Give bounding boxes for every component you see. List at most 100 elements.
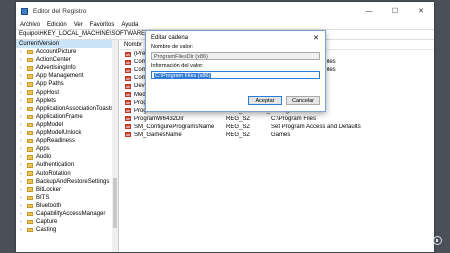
tree-item[interactable]: › BitLocker	[16, 186, 118, 194]
expand-chevron-icon[interactable]: ›	[20, 153, 25, 161]
tree-scroll-thumb[interactable]	[113, 178, 117, 228]
registry-app-icon	[21, 7, 28, 15]
folder-icon	[27, 49, 33, 55]
expand-chevron-icon[interactable]: ›	[20, 161, 25, 169]
expand-chevron-icon[interactable]: ›	[20, 137, 25, 145]
value-type: REG_SZ	[226, 115, 251, 122]
expand-chevron-icon[interactable]: ›	[20, 226, 25, 234]
expand-chevron-icon[interactable]: ›	[20, 170, 25, 178]
maximize-button[interactable]: ☐	[382, 2, 408, 20]
string-value-icon: ab	[125, 116, 131, 122]
expand-chevron-icon[interactable]: ›	[20, 194, 25, 202]
string-value-icon: ab	[125, 124, 131, 130]
minimize-button[interactable]: —	[356, 2, 382, 20]
folder-icon	[27, 138, 33, 144]
menu-bar: Archivo Edición Ver Favoritos Ayuda	[16, 20, 434, 29]
tree-item-label: Audio	[36, 154, 52, 161]
tree-item[interactable]: › BackupAndRestoreSettings	[16, 178, 118, 186]
tree-item[interactable]: › App Management	[16, 72, 118, 80]
expand-chevron-icon[interactable]: ›	[20, 210, 25, 218]
expand-chevron-icon[interactable]: ›	[20, 80, 25, 88]
tree-item-label: Bluetooth	[36, 202, 62, 209]
tree-item-label: AppHost	[36, 89, 60, 96]
expand-chevron-icon[interactable]: ›	[20, 105, 25, 113]
dialog-close-button[interactable]: ✕	[307, 34, 325, 42]
tree-item-label: Authentication	[36, 162, 75, 169]
folder-icon	[27, 155, 33, 160]
menu-edicion[interactable]: Edición	[47, 22, 67, 28]
folder-icon	[27, 227, 33, 233]
folder-icon	[27, 106, 33, 112]
menu-favoritos[interactable]: Favoritos	[90, 22, 115, 28]
tree-item-label: ApplicationFrame	[36, 113, 83, 120]
expand-chevron-icon[interactable]: ›	[20, 178, 25, 186]
value-data-input[interactable]: C:\Program Files (x86)	[151, 71, 320, 79]
folder-icon	[27, 163, 33, 168]
dialog-title-bar: Editar cadena ✕	[146, 31, 325, 44]
tree-item[interactable]: › Capture	[16, 218, 118, 226]
menu-ayuda[interactable]: Ayuda	[121, 22, 138, 28]
tree-item-label: AutoRotation	[36, 170, 71, 177]
key-tree[interactable]: CurrentVersion › AccountPicture › ActionCen…	[16, 40, 119, 252]
folder-icon	[27, 90, 33, 95]
string-value-icon: ab	[125, 132, 131, 138]
tree-item[interactable]: › AccountPicture	[16, 48, 118, 56]
expand-chevron-icon[interactable]: ›	[20, 218, 25, 226]
tree-item[interactable]: › Casting	[16, 226, 118, 234]
folder-icon	[27, 122, 33, 128]
expand-chevron-icon[interactable]: ›	[20, 202, 25, 210]
tree-scrollbar[interactable]	[112, 40, 118, 252]
cancel-button[interactable]: Cancelar	[286, 96, 320, 105]
tree-item[interactable]: › App Paths	[16, 80, 118, 88]
column-name-header[interactable]: Nombr	[120, 42, 142, 48]
tree-item[interactable]: › CapabilityAccessManager	[16, 210, 118, 218]
expand-chevron-icon[interactable]: ›	[20, 186, 25, 194]
value-row[interactable]: ab ProgramW6432Dir REG_SZ C:\Program Files	[120, 115, 434, 123]
tree-item[interactable]: › ApplicationAssociationToasts	[16, 105, 118, 113]
ok-button[interactable]: Aceptar	[248, 96, 282, 105]
dialog-title: Editar cadena	[151, 34, 189, 41]
value-row[interactable]: ab SM_ConfigureProgramsName REG_SZ Set Prog…	[120, 123, 434, 131]
tree-item[interactable]: › ApplicationFrame	[16, 113, 118, 121]
value-name-field: ProgramFilesDir (x86)	[151, 52, 320, 60]
tree-item[interactable]: › Applets	[16, 97, 118, 105]
tree-item[interactable]: › AutoRotation	[16, 170, 118, 178]
expand-chevron-icon[interactable]: ›	[20, 56, 25, 64]
folder-icon	[27, 179, 33, 184]
expand-chevron-icon[interactable]: ›	[20, 64, 25, 72]
expand-chevron-icon[interactable]: ›	[20, 129, 25, 137]
value-type: REG_SZ	[226, 131, 251, 138]
menu-archivo[interactable]: Archivo	[20, 22, 40, 28]
expand-chevron-icon[interactable]: ›	[20, 121, 25, 129]
folder-icon	[27, 211, 33, 217]
tree-item[interactable]: › AppHost	[16, 89, 118, 97]
folder-icon	[27, 82, 33, 87]
value-name: SM_ConfigureProgramsName	[134, 123, 215, 130]
tree-item[interactable]: › AppModelUnlock	[16, 129, 118, 137]
tree-item[interactable]: › ActionCenter	[16, 56, 118, 64]
expand-chevron-icon[interactable]: ›	[20, 48, 25, 56]
expand-chevron-icon[interactable]: ›	[20, 145, 25, 153]
tree-item[interactable]: › AppModel	[16, 121, 118, 129]
value-row[interactable]: ab SM_GamesName REG_SZ Games	[120, 131, 434, 139]
tree-item[interactable]: › AppReadiness	[16, 137, 118, 145]
tree-item[interactable]: › Audio	[16, 153, 118, 161]
tree-item[interactable]: › Authentication	[16, 161, 118, 169]
tree-item-label: BitLocker	[36, 186, 62, 193]
tree-item[interactable]: › BITS	[16, 194, 118, 202]
close-button[interactable]: ✕	[408, 2, 434, 20]
folder-icon	[27, 195, 33, 201]
tree-item-selected[interactable]: CurrentVersion	[16, 40, 118, 49]
tree-item[interactable]: › Apps	[16, 145, 118, 153]
expand-chevron-icon[interactable]: ›	[20, 72, 25, 80]
expand-chevron-icon[interactable]: ›	[20, 97, 25, 105]
tree-item[interactable]: › Bluetooth	[16, 202, 118, 210]
value-name: SM_GamesName	[134, 131, 182, 138]
expand-chevron-icon[interactable]: ›	[20, 89, 25, 97]
menu-ver[interactable]: Ver	[74, 22, 83, 28]
tree-item-label: App Paths	[36, 81, 64, 88]
expand-chevron-icon[interactable]: ›	[20, 113, 25, 121]
folder-icon	[27, 171, 33, 176]
string-value-icon: ab	[125, 51, 131, 57]
tree-item[interactable]: › AdvertisingInfo	[16, 64, 118, 72]
